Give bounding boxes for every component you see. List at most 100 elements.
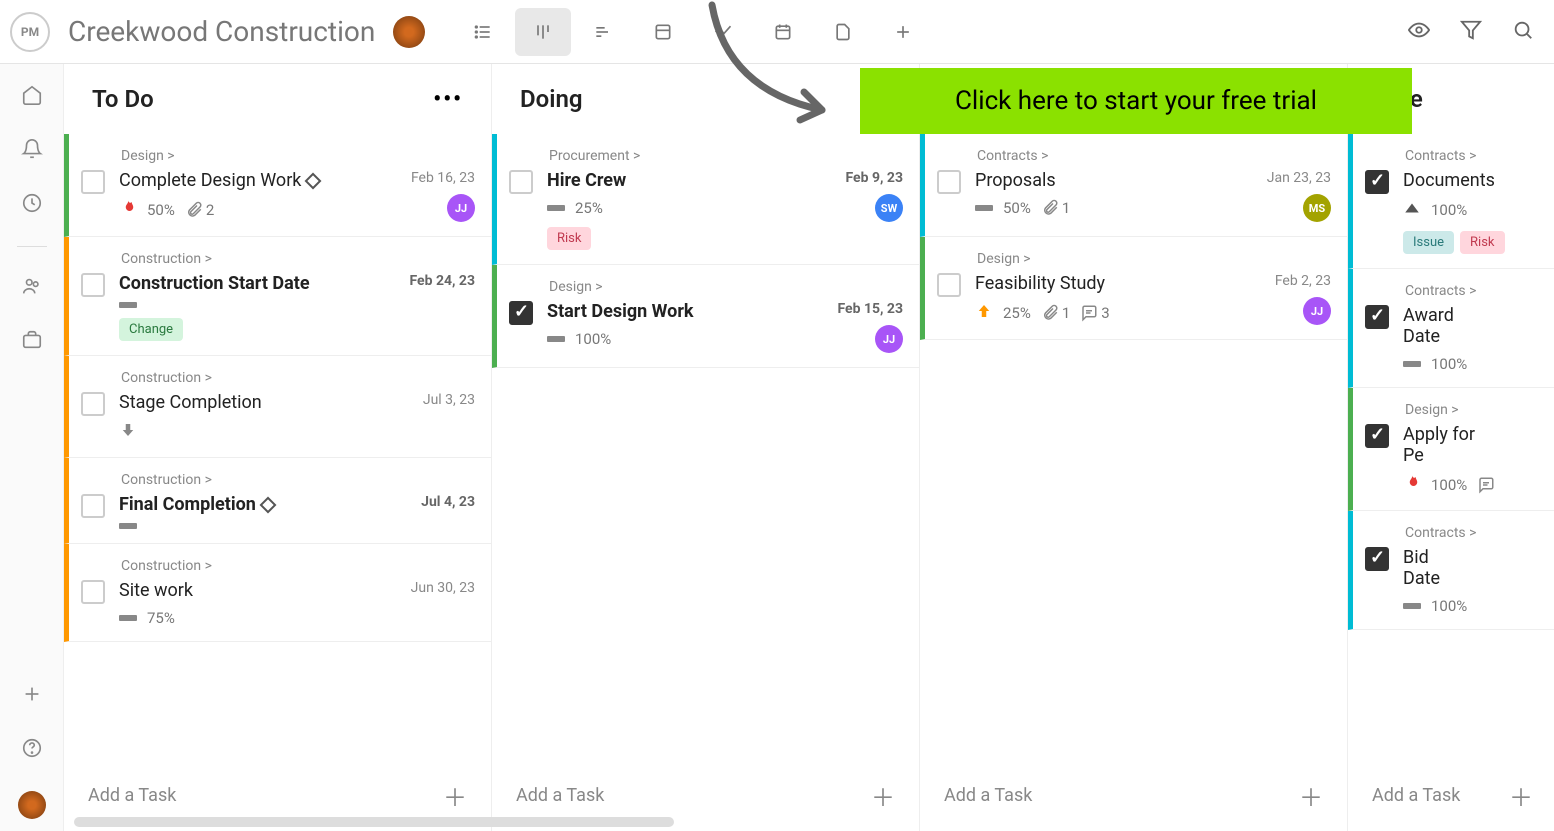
files-view-tab[interactable] [815, 8, 871, 56]
add-task-button[interactable]: Add a Task＋ [1348, 760, 1554, 831]
due-date: Jun 30, 23 [411, 580, 475, 596]
due-date: Feb 24, 23 [409, 273, 475, 289]
portfolio-icon[interactable] [21, 329, 43, 355]
priority-high-icon [1403, 199, 1421, 221]
priority-bar-icon [975, 205, 993, 211]
app-logo[interactable]: PM [10, 12, 50, 52]
assignee-avatar[interactable]: JJ [447, 194, 475, 222]
milestone-icon [259, 496, 276, 513]
task-checkbox[interactable] [509, 170, 533, 194]
add-view-tab[interactable] [875, 8, 931, 56]
task-card[interactable]: Design >Complete Design Work 50%2Feb 16,… [64, 134, 491, 237]
attachment-icon: 1 [1041, 199, 1070, 217]
task-checkbox[interactable] [81, 580, 105, 604]
task-title: Stage Completion [119, 392, 385, 413]
project-owner-avatar[interactable] [393, 16, 425, 48]
priority-flame-icon [119, 199, 137, 221]
task-card[interactable]: Construction >Final Completion Jul 4, 23 [64, 458, 491, 544]
task-title: Documents [1403, 170, 1505, 191]
visibility-icon[interactable] [1408, 19, 1430, 45]
assignee-avatar[interactable]: MS [1303, 194, 1331, 222]
due-date: Jul 3, 23 [423, 392, 475, 408]
task-card[interactable]: Design >Start Design Work100%Feb 15, 23J… [492, 265, 919, 368]
task-checkbox[interactable] [509, 301, 533, 325]
cta-banner[interactable]: Click here to start your free trial [860, 68, 1412, 134]
card-breadcrumb: Design > [549, 279, 903, 295]
task-card[interactable]: Procurement >Hire Crew25%RiskFeb 9, 23SW [492, 134, 919, 265]
column-title: To Do [92, 85, 154, 113]
card-breadcrumb: Contracts > [1405, 148, 1541, 164]
priority-bar-icon [119, 615, 137, 621]
gantt-view-tab[interactable] [575, 8, 631, 56]
task-title: Award Date [1403, 305, 1467, 347]
horizontal-scrollbar[interactable] [74, 817, 674, 827]
help-icon[interactable] [21, 737, 43, 763]
priority-bar-icon [1403, 361, 1421, 367]
card-breadcrumb: Construction > [121, 558, 475, 574]
assignee-avatar[interactable]: JJ [1303, 297, 1331, 325]
due-date: Feb 2, 23 [1275, 273, 1331, 289]
tag-issue: Issue [1403, 231, 1454, 254]
task-title: Site work [119, 580, 385, 601]
task-checkbox[interactable] [937, 170, 961, 194]
attachment-icon: 1 [1041, 304, 1070, 322]
task-checkbox[interactable] [1365, 170, 1389, 194]
task-card[interactable]: Design >Feasibility Study25%13Feb 2, 23J… [920, 237, 1347, 340]
time-icon[interactable] [21, 192, 43, 218]
task-checkbox[interactable] [81, 170, 105, 194]
topbar: PM Creekwood Construction [0, 0, 1554, 64]
list-view-tab[interactable] [455, 8, 511, 56]
comment-icon [1477, 476, 1495, 494]
comment-icon: 3 [1080, 304, 1109, 322]
team-icon[interactable] [21, 275, 43, 301]
priority-bar-icon [119, 302, 137, 308]
task-checkbox[interactable] [81, 494, 105, 518]
user-avatar[interactable] [18, 791, 46, 819]
board-view-tab[interactable] [515, 8, 571, 56]
plus-icon: ＋ [1299, 778, 1323, 813]
priority-flame-icon [1403, 474, 1421, 496]
card-breadcrumb: Design > [1405, 402, 1541, 418]
task-card[interactable]: Contracts >Proposals50%1Jan 23, 23MS [920, 134, 1347, 237]
project-title[interactable]: Creekwood Construction [68, 15, 375, 48]
task-card[interactable]: Construction > Site work 75% Jun 30, 23 [64, 544, 491, 642]
task-checkbox[interactable] [937, 273, 961, 297]
due-date: Jan 23, 23 [1267, 170, 1331, 186]
search-icon[interactable] [1512, 19, 1534, 45]
card-breadcrumb: Contracts > [977, 148, 1331, 164]
tag-risk: Risk [1460, 231, 1504, 254]
task-card[interactable]: Design >Apply for Pe100% [1348, 388, 1554, 511]
assignee-avatar[interactable]: SW [875, 194, 903, 222]
plus-icon: ＋ [443, 778, 467, 813]
priority-bar-icon [547, 336, 565, 342]
task-card[interactable]: Contracts >Award Date100% [1348, 269, 1554, 388]
sheet-view-tab[interactable] [635, 8, 691, 56]
task-checkbox[interactable] [1365, 424, 1389, 448]
left-sidebar [0, 64, 64, 831]
filter-icon[interactable] [1460, 19, 1482, 45]
task-card[interactable]: Contracts >Bid Date100% [1348, 511, 1554, 630]
priority-bar-icon [1403, 603, 1421, 609]
progress-text: 25% [1003, 304, 1031, 322]
add-task-button[interactable]: Add a Task＋ [920, 760, 1347, 831]
view-tabs [455, 8, 931, 56]
assignee-avatar[interactable]: JJ [875, 325, 903, 353]
notifications-icon[interactable] [21, 138, 43, 164]
task-card[interactable]: Contracts >Documents100%IssueRisk [1348, 134, 1554, 269]
progress-text: 75% [147, 609, 175, 627]
add-icon[interactable] [21, 683, 43, 709]
task-checkbox[interactable] [1365, 547, 1389, 571]
task-checkbox[interactable] [81, 273, 105, 297]
column-title: Doing [520, 85, 583, 113]
card-breadcrumb: Contracts > [1405, 525, 1541, 541]
task-card[interactable]: Construction >Construction Start DateCha… [64, 237, 491, 356]
calendar-view-tab[interactable] [755, 8, 811, 56]
column-menu-icon[interactable]: ••• [433, 87, 463, 112]
task-card[interactable]: Construction >Stage CompletionJul 3, 23 [64, 356, 491, 458]
priority-bar-icon [547, 205, 565, 211]
dashboard-view-tab[interactable] [695, 8, 751, 56]
task-checkbox[interactable] [81, 392, 105, 416]
task-checkbox[interactable] [1365, 305, 1389, 329]
home-icon[interactable] [21, 84, 43, 110]
progress-text: 50% [1003, 199, 1031, 217]
